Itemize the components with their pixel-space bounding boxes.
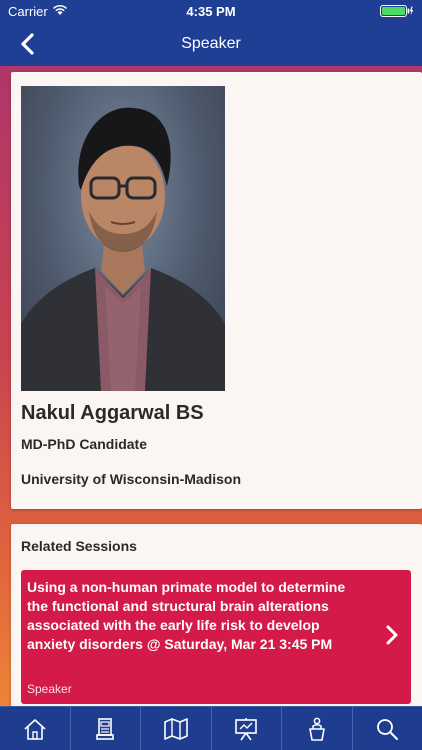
related-sessions-card: Related Sessions Using a non-human prima…: [11, 524, 422, 706]
page-title: Speaker: [181, 35, 241, 52]
chevron-right-icon: [386, 625, 398, 645]
navigation-bar: Speaker: [0, 22, 422, 66]
tab-presentations[interactable]: [212, 707, 282, 750]
tab-kiosk[interactable]: [71, 707, 141, 750]
session-list-item[interactable]: Using a non-human primate model to deter…: [21, 570, 411, 704]
related-sessions-heading: Related Sessions: [21, 538, 137, 554]
content-area: Nakul Aggarwal BS MD-PhD Candidate Unive…: [0, 66, 422, 706]
speaker-podium-icon: [308, 717, 325, 741]
tab-map[interactable]: [141, 707, 212, 750]
tab-bar: [0, 706, 422, 750]
map-icon: [163, 718, 188, 740]
top-bar: Carrier 4:35 PM Speaker: [0, 0, 422, 66]
speaker-role: MD-PhD Candidate: [21, 436, 147, 452]
status-bar: Carrier 4:35 PM: [0, 0, 422, 22]
tab-home[interactable]: [0, 707, 71, 750]
speaker-card: Nakul Aggarwal BS MD-PhD Candidate Unive…: [11, 72, 422, 509]
speaker-portrait: [21, 107, 225, 391]
session-title: Using a non-human primate model to deter…: [27, 579, 346, 652]
session-role: Speaker: [27, 682, 72, 696]
search-icon: [377, 719, 399, 740]
kiosk-icon: [96, 718, 115, 740]
speaker-name: Nakul Aggarwal BS: [21, 402, 204, 424]
speaker-photo: [21, 86, 225, 391]
battery-icon: [380, 5, 414, 17]
tab-search[interactable]: [353, 707, 422, 750]
presentation-icon: [235, 718, 258, 741]
tab-speakers[interactable]: [282, 707, 353, 750]
home-icon: [24, 719, 46, 740]
status-time: 4:35 PM: [186, 4, 236, 19]
speaker-organization: University of Wisconsin-Madison: [21, 471, 242, 487]
